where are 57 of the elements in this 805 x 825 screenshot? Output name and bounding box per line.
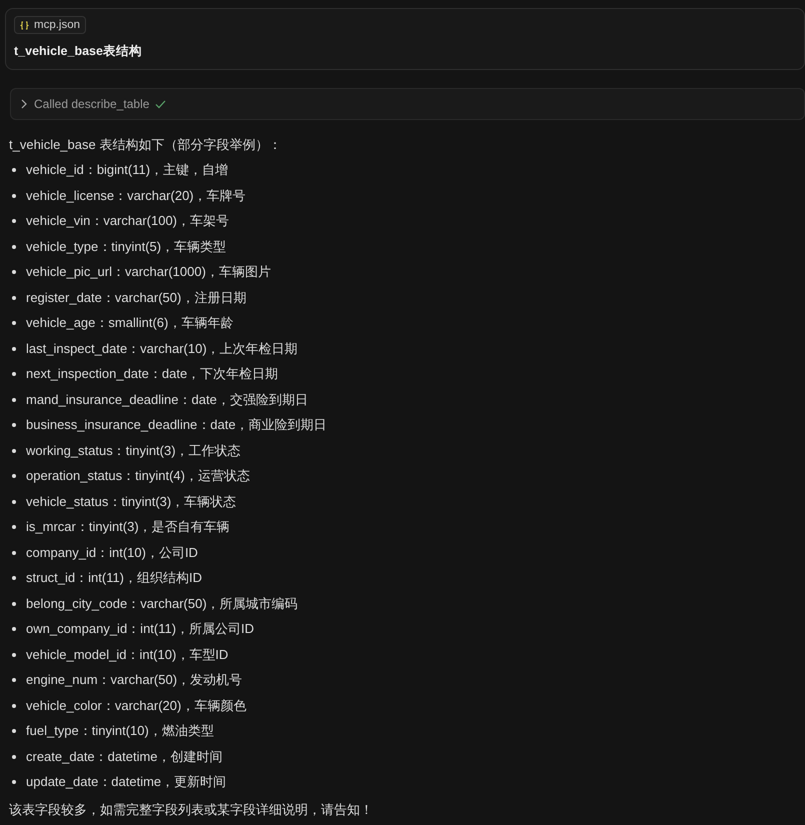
bullet-icon xyxy=(12,423,16,428)
field-description: vehicle_color：varchar(20)，车辆颜色 xyxy=(26,696,246,715)
closing-text: 该表字段较多，如需完整字段列表或某字段详细说明，请告知！ xyxy=(9,801,374,819)
bullet-icon xyxy=(12,270,16,274)
field-description: belong_city_code：varchar(50)，所属城市编码 xyxy=(26,594,298,613)
bullet-icon xyxy=(12,525,16,530)
field-description: own_company_id：int(11)，所属公司ID xyxy=(26,620,254,638)
bullet-icon xyxy=(12,448,16,453)
bullet-icon xyxy=(12,244,16,249)
field-description: vehicle_id：bigint(11)，主键，自增 xyxy=(26,161,228,180)
bullet-icon xyxy=(12,729,16,734)
bullet-icon xyxy=(12,500,16,504)
bullet-icon xyxy=(12,321,16,326)
field-description: company_id：int(10)，公司ID xyxy=(26,544,198,562)
bullet-icon xyxy=(12,219,16,224)
field-description: vehicle_license：varchar(20)，车牌号 xyxy=(26,186,246,205)
field-description: working_status：tinyint(3)，工作状态 xyxy=(26,442,241,460)
field-description: register_date：varchar(50)，注册日期 xyxy=(26,288,246,307)
field-description: vehicle_status：tinyint(3)，车辆状态 xyxy=(26,492,236,511)
field-description: engine_num：varchar(50)，发动机号 xyxy=(26,671,242,690)
field-description: fuel_type：tinyint(10)，燃油类型 xyxy=(26,722,214,740)
field-description: struct_id：int(11)，组织结构ID xyxy=(26,569,202,588)
bullet-icon xyxy=(12,346,16,351)
bullet-icon xyxy=(12,704,16,708)
bullet-icon xyxy=(12,780,16,784)
bullet-icon xyxy=(12,678,16,682)
field-description: vehicle_age：smallint(6)，车辆年龄 xyxy=(26,314,234,332)
file-chip[interactable]: mcp.json xyxy=(14,16,86,34)
field-description: vehicle_pic_url：varchar(1000)，车辆图片 xyxy=(26,263,271,282)
field-description: business_insurance_deadline：date，商业险到期日 xyxy=(26,416,327,434)
intro-text: t_vehicle_base 表结构如下（部分字段举例）： xyxy=(9,136,282,154)
bullet-icon xyxy=(12,194,16,198)
tool-call-row[interactable]: Called describe_table xyxy=(10,88,805,120)
bullet-icon xyxy=(12,372,16,376)
field-description: vehicle_model_id：int(10)，车型ID xyxy=(26,646,228,664)
field-description: create_date：datetime，创建时间 xyxy=(26,748,223,766)
field-description: next_inspection_date：date，下次年检日期 xyxy=(26,365,278,384)
bullet-icon xyxy=(12,398,16,402)
field-description: last_inspect_date：varchar(10)，上次年检日期 xyxy=(26,340,298,358)
field-description: update_date：datetime，更新时间 xyxy=(26,773,226,792)
field-description: vehicle_vin：varchar(100)，车架号 xyxy=(26,212,230,230)
field-description: mand_insurance_deadline：date，交强险到期日 xyxy=(26,390,308,409)
bullet-icon xyxy=(12,627,16,632)
bullet-icon xyxy=(12,602,16,606)
field-description: operation_status：tinyint(4)，运营状态 xyxy=(26,467,250,486)
bullet-icon xyxy=(12,754,16,759)
bullet-icon xyxy=(12,168,16,172)
bullet-icon xyxy=(12,296,16,300)
tool-call-label: Called describe_table xyxy=(34,97,150,111)
json-braces-icon xyxy=(20,20,29,30)
field-description: is_mrcar：tinyint(3)，是否自有车辆 xyxy=(26,518,230,536)
prompt-text: t_vehicle_base表结构 xyxy=(14,43,142,60)
bullet-icon xyxy=(12,474,16,478)
field-description: vehicle_type：tinyint(5)，车辆类型 xyxy=(26,238,226,256)
bullet-icon xyxy=(12,652,16,657)
bullet-icon xyxy=(12,550,16,555)
bullet-icon xyxy=(12,576,16,580)
